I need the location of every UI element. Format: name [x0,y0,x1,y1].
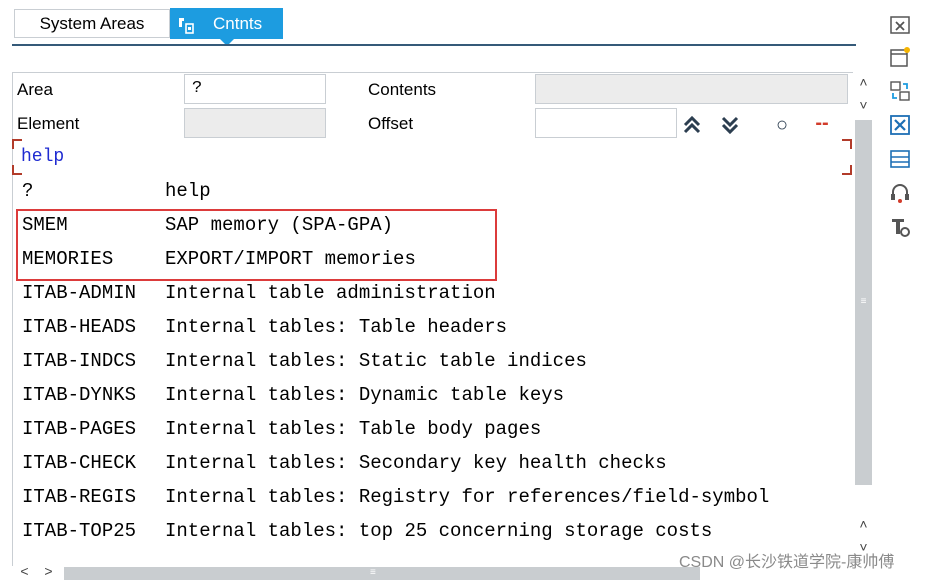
layout-icon [890,150,910,168]
item-description: help [165,180,211,202]
scroll-right-arrow[interactable]: > [38,563,59,580]
item-description: Internal tables: Registry for references… [165,486,770,508]
item-code: ITAB-DYNKS [22,384,137,406]
watermark: CSDN @长沙铁道学院-康帅傅 [679,554,895,571]
headset-icon [891,184,909,203]
item-code: ITAB-HEADS [22,316,137,338]
close-window-button[interactable] [888,13,912,37]
item-description: Internal tables: Table body pages [165,418,542,440]
scroll-top-button[interactable] [680,113,704,139]
scroll-left-arrow[interactable]: < [14,563,35,580]
horizontal-grip-icon: ≡ [370,567,376,578]
tab-contents-label: Cntnts [213,14,263,33]
item-description: Internal tables: Static table indices [165,350,587,372]
item-description: Internal tables: top 25 concerning stora… [165,520,713,542]
item-code: ITAB-PAGES [22,418,137,440]
scroll-bottom-button[interactable] [718,113,742,139]
double-chevron-up-icon [683,115,701,134]
refresh-button[interactable] [888,79,912,103]
highlight-box [16,209,497,281]
bracket-corner-tr [842,139,852,149]
close-window-icon [890,16,910,34]
item-code: ITAB-TOP25 [22,520,137,542]
help-input-area[interactable] [12,139,852,175]
area-label: Area [17,80,53,99]
item-code: ITAB-INDCS [22,350,137,372]
contents-field [535,74,848,104]
tools-icon [892,219,910,237]
element-field [184,108,326,138]
layout-button[interactable] [888,147,912,171]
close-session-button[interactable] [888,113,912,137]
item-code: ITAB-REGIS [22,486,137,508]
close-x-icon [890,115,910,135]
tools-button[interactable] [888,215,912,239]
bracket-corner-br [842,165,852,175]
refresh-icon [890,81,910,101]
offset-label: Offset [368,114,414,133]
horizontal-scroll-thumb[interactable] [64,567,700,580]
tab-system-areas[interactable]: System Areas [14,9,170,38]
item-code: ITAB-CHECK [22,452,137,474]
item-code: ? [22,180,34,202]
offset-input[interactable] [535,108,677,138]
item-code: ITAB-ADMIN [22,282,137,304]
area-input[interactable]: ? [184,74,326,104]
contents-label: Contents [368,80,437,99]
scroll-up-arrow-bottom[interactable]: ˄ [853,514,874,534]
item-description: Internal tables: Dynamic table keys [165,384,565,406]
tab-system-areas-label: System Areas [39,14,145,33]
circle-button[interactable]: ○ [771,112,793,138]
wrench-icon [176,14,196,34]
scroll-down-arrow[interactable]: ˅ [853,95,874,115]
vertical-grip-icon: ≡ [860,296,867,307]
new-window-icon [890,47,910,67]
tab-divider [12,44,856,46]
dash-button[interactable]: -- [808,110,836,136]
element-label: Element [17,114,80,133]
new-window-button[interactable] [888,45,912,69]
help-link[interactable]: help [21,144,64,170]
tab-contents[interactable]: Cntnts [170,8,283,46]
double-chevron-down-icon [721,116,739,135]
item-description: Internal table administration [165,282,496,304]
item-description: Internal tables: Table headers [165,316,508,338]
item-description: Internal tables: Secondary key health ch… [165,452,667,474]
scroll-up-arrow[interactable]: ˄ [853,72,874,92]
support-button[interactable] [888,181,912,205]
